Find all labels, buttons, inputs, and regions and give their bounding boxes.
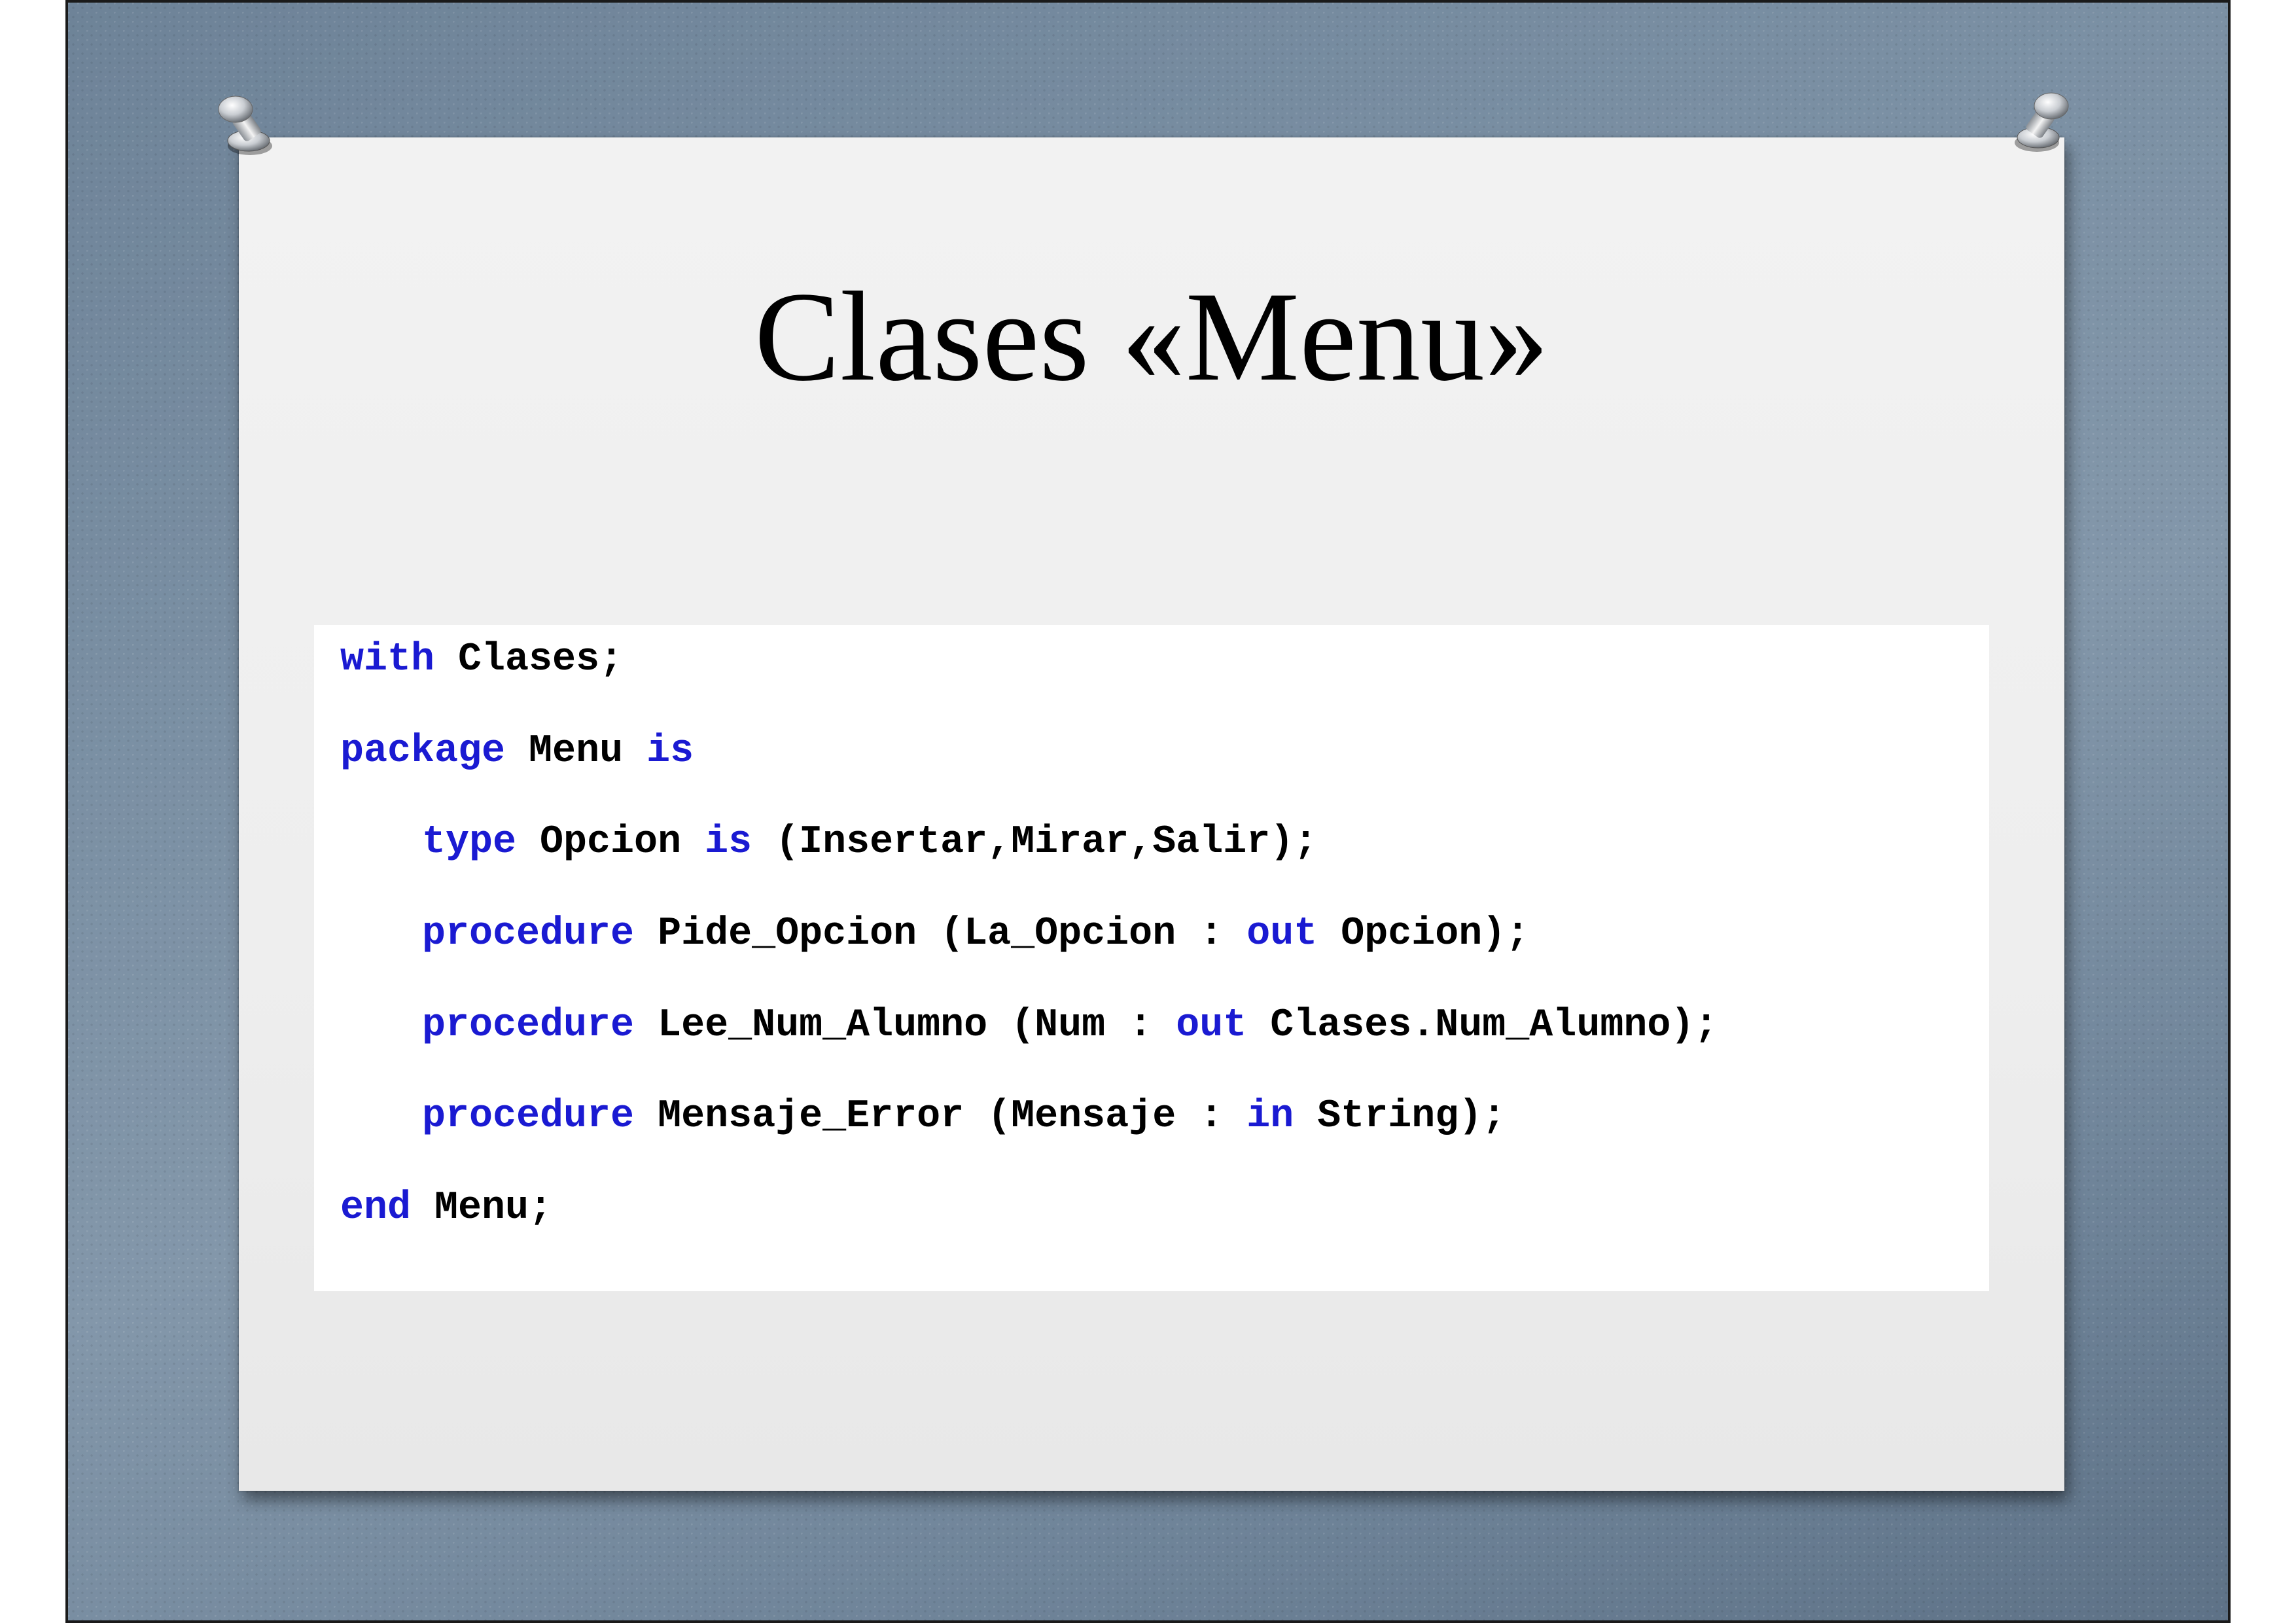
code-line: with Clases;: [340, 637, 623, 683]
code-keyword: out: [1246, 912, 1318, 956]
code-line: procedure Pide_Opcion (La_Opcion : out O…: [422, 911, 1529, 957]
code-text: String);: [1294, 1094, 1506, 1139]
code-keyword: procedure: [422, 1094, 635, 1139]
code-keyword: out: [1176, 1003, 1247, 1048]
code-keyword: in: [1246, 1094, 1294, 1139]
code-block: with Clases; package Menu is type Opcion…: [314, 625, 1989, 1291]
code-line: procedure Mensaje_Error (Mensaje : in St…: [422, 1094, 1506, 1139]
code-keyword: procedure: [422, 1003, 635, 1048]
code-keyword: type: [422, 820, 517, 865]
code-keyword: is: [646, 729, 694, 774]
code-text: Mensaje_Error (Mensaje :: [634, 1094, 1247, 1139]
code-line: package Menu is: [340, 728, 694, 774]
code-keyword: package: [340, 729, 506, 774]
code-text: Pide_Opcion (La_Opcion :: [634, 912, 1247, 956]
code-text: (Insertar,Mirar,Salir);: [752, 820, 1318, 865]
code-line: type Opcion is (Insertar,Mirar,Salir);: [422, 819, 1317, 865]
code-text: Lee_Num_Alumno (Num :: [634, 1003, 1176, 1048]
code-keyword: with: [340, 637, 435, 682]
pushpin-icon: [2005, 85, 2077, 157]
code-text: Clases.Num_Alumno);: [1246, 1003, 1718, 1048]
code-text: Opcion: [516, 820, 705, 865]
slide-title: Clases «Menu»: [754, 266, 1549, 408]
code-keyword: is: [705, 820, 752, 865]
code-line: end Menu;: [340, 1185, 552, 1231]
code-keyword: procedure: [422, 912, 635, 956]
code-line: procedure Lee_Num_Alumno (Num : out Clas…: [422, 1003, 1718, 1048]
code-text: Opcion);: [1317, 912, 1530, 956]
code-keyword: end: [340, 1186, 412, 1230]
pushpin-icon: [209, 88, 281, 160]
code-text: Menu;: [411, 1186, 553, 1230]
code-text: Menu: [505, 729, 647, 774]
code-text: Clases;: [434, 637, 624, 682]
